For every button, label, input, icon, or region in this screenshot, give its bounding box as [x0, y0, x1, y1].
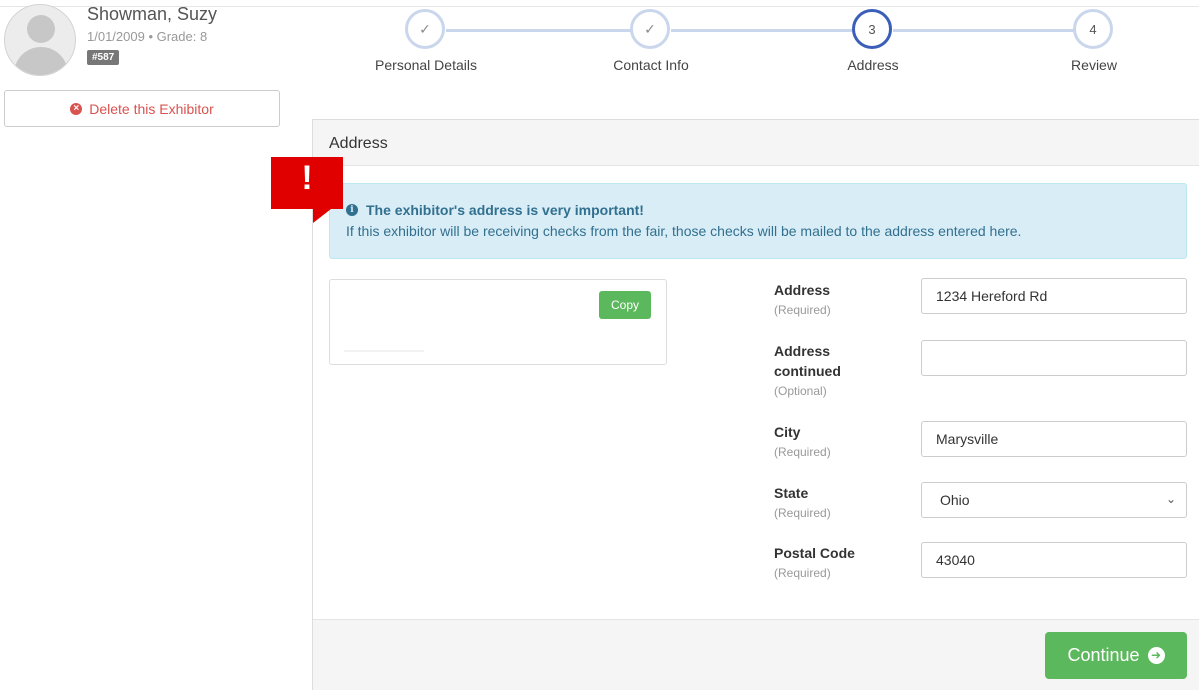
circle-x-icon: × [70, 102, 83, 115]
step-label-personal-details: Personal Details [375, 57, 477, 73]
address-label-text: Address [774, 282, 831, 298]
delete-exhibitor-button[interactable]: × Delete this Exhibitor [4, 90, 280, 127]
postal-code-label: Postal Code (Required) [774, 543, 855, 583]
address-required-note: (Required) [774, 303, 831, 317]
copy-button[interactable]: Copy [598, 291, 651, 319]
state-select-value: Ohio [940, 492, 970, 508]
step-contact-info[interactable]: ✓ [630, 9, 670, 49]
avatar [4, 4, 76, 76]
step-label-contact-info: Contact Info [613, 57, 689, 73]
address-continued-label-text: Address continued [774, 343, 841, 379]
exclamation-icon: ! [301, 159, 313, 197]
previous-address-box: Copy [329, 279, 667, 365]
continue-button[interactable]: Continue ➜ [1045, 632, 1187, 679]
state-required-note: (Required) [774, 506, 831, 520]
stepper-connector [446, 29, 651, 32]
postal-code-required-note: (Required) [774, 566, 831, 580]
postal-code-input[interactable]: 43040 [921, 542, 1187, 578]
step-number: 4 [1089, 21, 1097, 37]
address-label: Address (Required) [774, 280, 831, 320]
city-required-note: (Required) [774, 445, 831, 459]
address-input-value: 1234 Hereford Rd [936, 288, 1048, 304]
city-input[interactable]: Marysville [921, 421, 1187, 457]
city-label-text: City [774, 424, 801, 440]
stepper-connector [671, 29, 875, 32]
delete-exhibitor-label: Delete this Exhibitor [89, 100, 214, 117]
postal-code-input-value: 43040 [936, 552, 975, 568]
callout-tail [313, 209, 331, 223]
step-personal-details[interactable]: ✓ [405, 9, 445, 49]
alert-title-row: i The exhibitor's address is very import… [346, 202, 1170, 218]
panel-footer: Continue ➜ [313, 619, 1199, 690]
check-icon: ✓ [419, 20, 431, 37]
avatar-head-shape [27, 15, 55, 43]
redacted-text [344, 350, 424, 352]
chevron-down-icon: ⌄ [1165, 492, 1176, 506]
step-review[interactable]: 4 [1073, 9, 1113, 49]
info-alert: i The exhibitor's address is very import… [329, 183, 1187, 259]
check-icon: ✓ [644, 20, 656, 37]
step-label-review: Review [1071, 57, 1117, 73]
address-panel: Address i The exhibitor's address is ver… [312, 119, 1199, 690]
address-continued-optional-note: (Optional) [774, 384, 827, 398]
alert-title: The exhibitor's address is very importan… [366, 202, 644, 218]
step-address[interactable]: 3 [852, 9, 892, 49]
stepper-connector [893, 29, 1076, 32]
postal-code-label-text: Postal Code [774, 545, 855, 561]
city-label: City (Required) [774, 422, 831, 462]
alert-text: If this exhibitor will be receiving chec… [346, 223, 1022, 239]
address-input[interactable]: 1234 Hereford Rd [921, 278, 1187, 314]
state-label-text: State [774, 485, 809, 501]
address-continued-input[interactable] [921, 340, 1187, 376]
arrow-right-circle-icon: ➜ [1147, 647, 1165, 664]
step-label-address: Address [847, 57, 899, 73]
state-label: State (Required) [774, 483, 831, 523]
continue-label: Continue [1067, 645, 1140, 665]
exhibitor-id-badge: #587 [87, 50, 120, 65]
city-input-value: Marysville [936, 431, 999, 447]
attention-callout: ! [271, 157, 343, 223]
exhibitor-birthdate-grade: 1/01/2009 • Grade: 8 [87, 29, 208, 44]
info-icon: i [346, 204, 358, 216]
exhibitor-name: Showman, Suzy [87, 4, 218, 24]
state-select[interactable]: Ohio ⌄ [921, 482, 1187, 518]
step-number: 3 [868, 21, 876, 37]
avatar-body-shape [14, 47, 68, 75]
panel-title: Address [313, 120, 1199, 166]
address-continued-label: Address continued (Optional) [774, 341, 884, 401]
